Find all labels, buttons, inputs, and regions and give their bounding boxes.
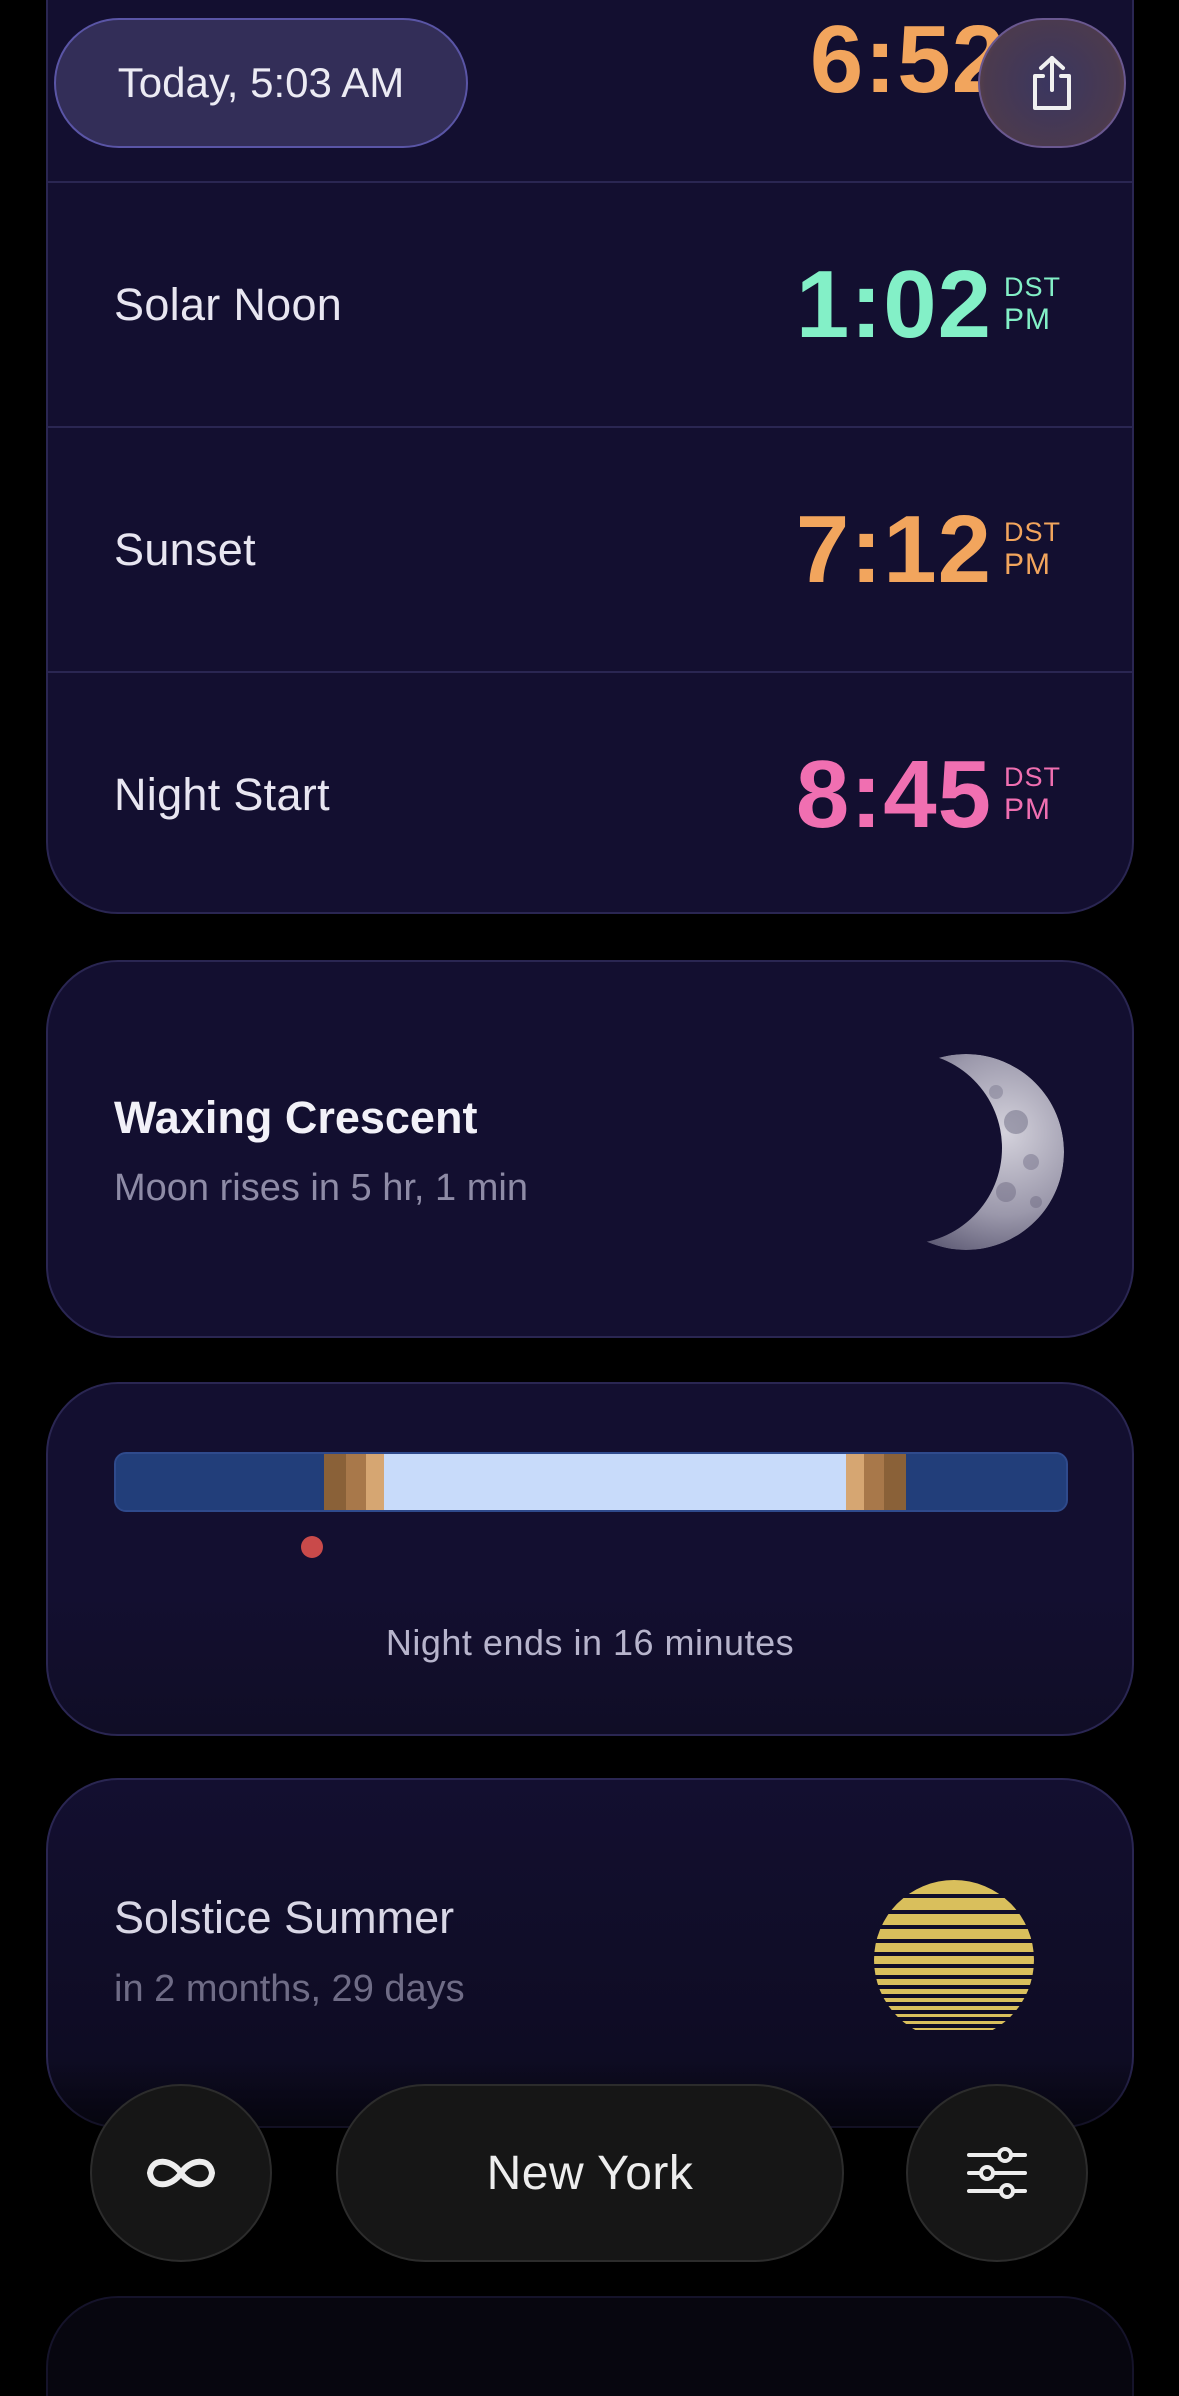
time-row-label: Night Start xyxy=(114,768,330,820)
night-ends-caption: Night ends in 16 minutes xyxy=(385,1622,795,1663)
current-time-marker xyxy=(301,1536,323,1558)
dst-label: DST xyxy=(1004,761,1061,792)
ampm-label: PM xyxy=(1004,547,1051,581)
daylight-bar xyxy=(114,1452,1068,1512)
twilight-segment xyxy=(366,1454,384,1510)
solstice-subtitle: in 2 months, 29 days xyxy=(114,1968,465,2010)
time-meta: DST PM xyxy=(1004,272,1064,338)
sliders-icon xyxy=(967,2147,1027,2199)
moon-phase-card[interactable]: Waxing Crescent Moon rises in 5 hr, 1 mi… xyxy=(46,960,1134,1338)
time-row-label: Solar Noon xyxy=(114,278,343,330)
location-label: New York xyxy=(486,2146,694,2200)
night-segment xyxy=(116,1454,324,1510)
time-meta: DST PM xyxy=(1004,517,1064,583)
date-time-pill[interactable]: Today, 5:03 AM xyxy=(54,18,468,148)
next-card-peek xyxy=(46,2296,1134,2396)
twilight-segment xyxy=(324,1454,346,1510)
twilight-segment xyxy=(846,1454,864,1510)
settings-button[interactable] xyxy=(906,2084,1088,2262)
moon-crescent-icon xyxy=(868,1054,1064,1250)
time-meta: DST PM xyxy=(1004,762,1064,828)
solar-noon-time-value: 1:02 xyxy=(795,250,992,358)
time-row-night-start[interactable]: Night Start 8:45 DST PM xyxy=(48,671,1132,912)
night-segment xyxy=(906,1454,1066,1510)
time-row-sunset[interactable]: Sunset 7:12 DST PM xyxy=(48,426,1132,671)
dst-label: DST xyxy=(1004,271,1061,302)
infinity-button[interactable] xyxy=(90,2084,272,2262)
location-button[interactable]: New York xyxy=(336,2084,844,2262)
time-row-solar-noon[interactable]: Solar Noon 1:02 DST PM xyxy=(48,181,1132,426)
sunrise-app-screen: 6:52 Solar Noon 1:02 DST PM Sunset 7:12 … xyxy=(0,0,1179,2396)
sunrise-time-value: 6:52 xyxy=(809,6,1006,113)
moon-phase-title: Waxing Crescent xyxy=(114,1092,478,1143)
ampm-label: PM xyxy=(1004,302,1051,336)
infinity-icon xyxy=(147,2158,215,2188)
date-time-label: Today, 5:03 AM xyxy=(117,59,405,106)
share-button[interactable] xyxy=(978,18,1126,148)
night-start-time-value: 8:45 xyxy=(795,740,992,848)
share-icon xyxy=(1033,56,1071,110)
sun-striped-icon xyxy=(874,1880,1034,2030)
time-row-label: Sunset xyxy=(114,523,256,575)
twilight-segment xyxy=(884,1454,906,1510)
ampm-label: PM xyxy=(1004,792,1051,826)
twilight-segment xyxy=(864,1454,884,1510)
day-segment xyxy=(384,1454,846,1510)
sunset-time-value: 7:12 xyxy=(795,495,992,603)
dst-label: DST xyxy=(1004,516,1061,547)
moon-rise-subtitle: Moon rises in 5 hr, 1 min xyxy=(114,1167,528,1209)
solstice-title: Solstice Summer xyxy=(114,1892,455,1943)
daylight-timeline-card[interactable]: Night ends in 16 minutes xyxy=(46,1382,1134,1736)
twilight-segment xyxy=(346,1454,366,1510)
